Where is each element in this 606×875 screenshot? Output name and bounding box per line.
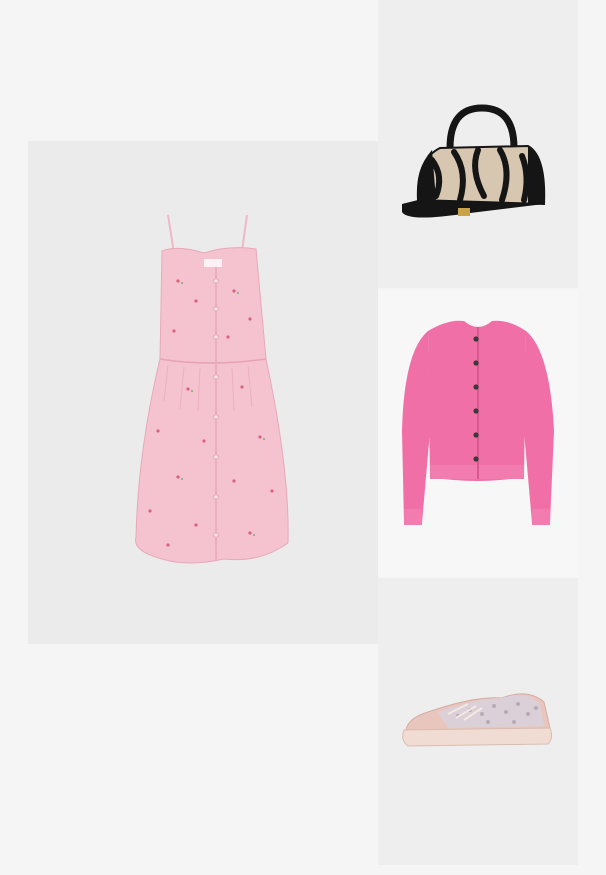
- pink-floral-dress-image: [28, 141, 378, 644]
- zebra-handbag-image: [378, 0, 578, 288]
- sequin-sneaker-image: [378, 578, 578, 865]
- bag-product-tile[interactable]: [378, 0, 578, 288]
- sneaker-product-tile[interactable]: [378, 578, 578, 865]
- cardigan-product-tile[interactable]: [378, 291, 578, 577]
- dress-product-tile[interactable]: [28, 141, 378, 644]
- pink-cardigan-image: [378, 291, 578, 577]
